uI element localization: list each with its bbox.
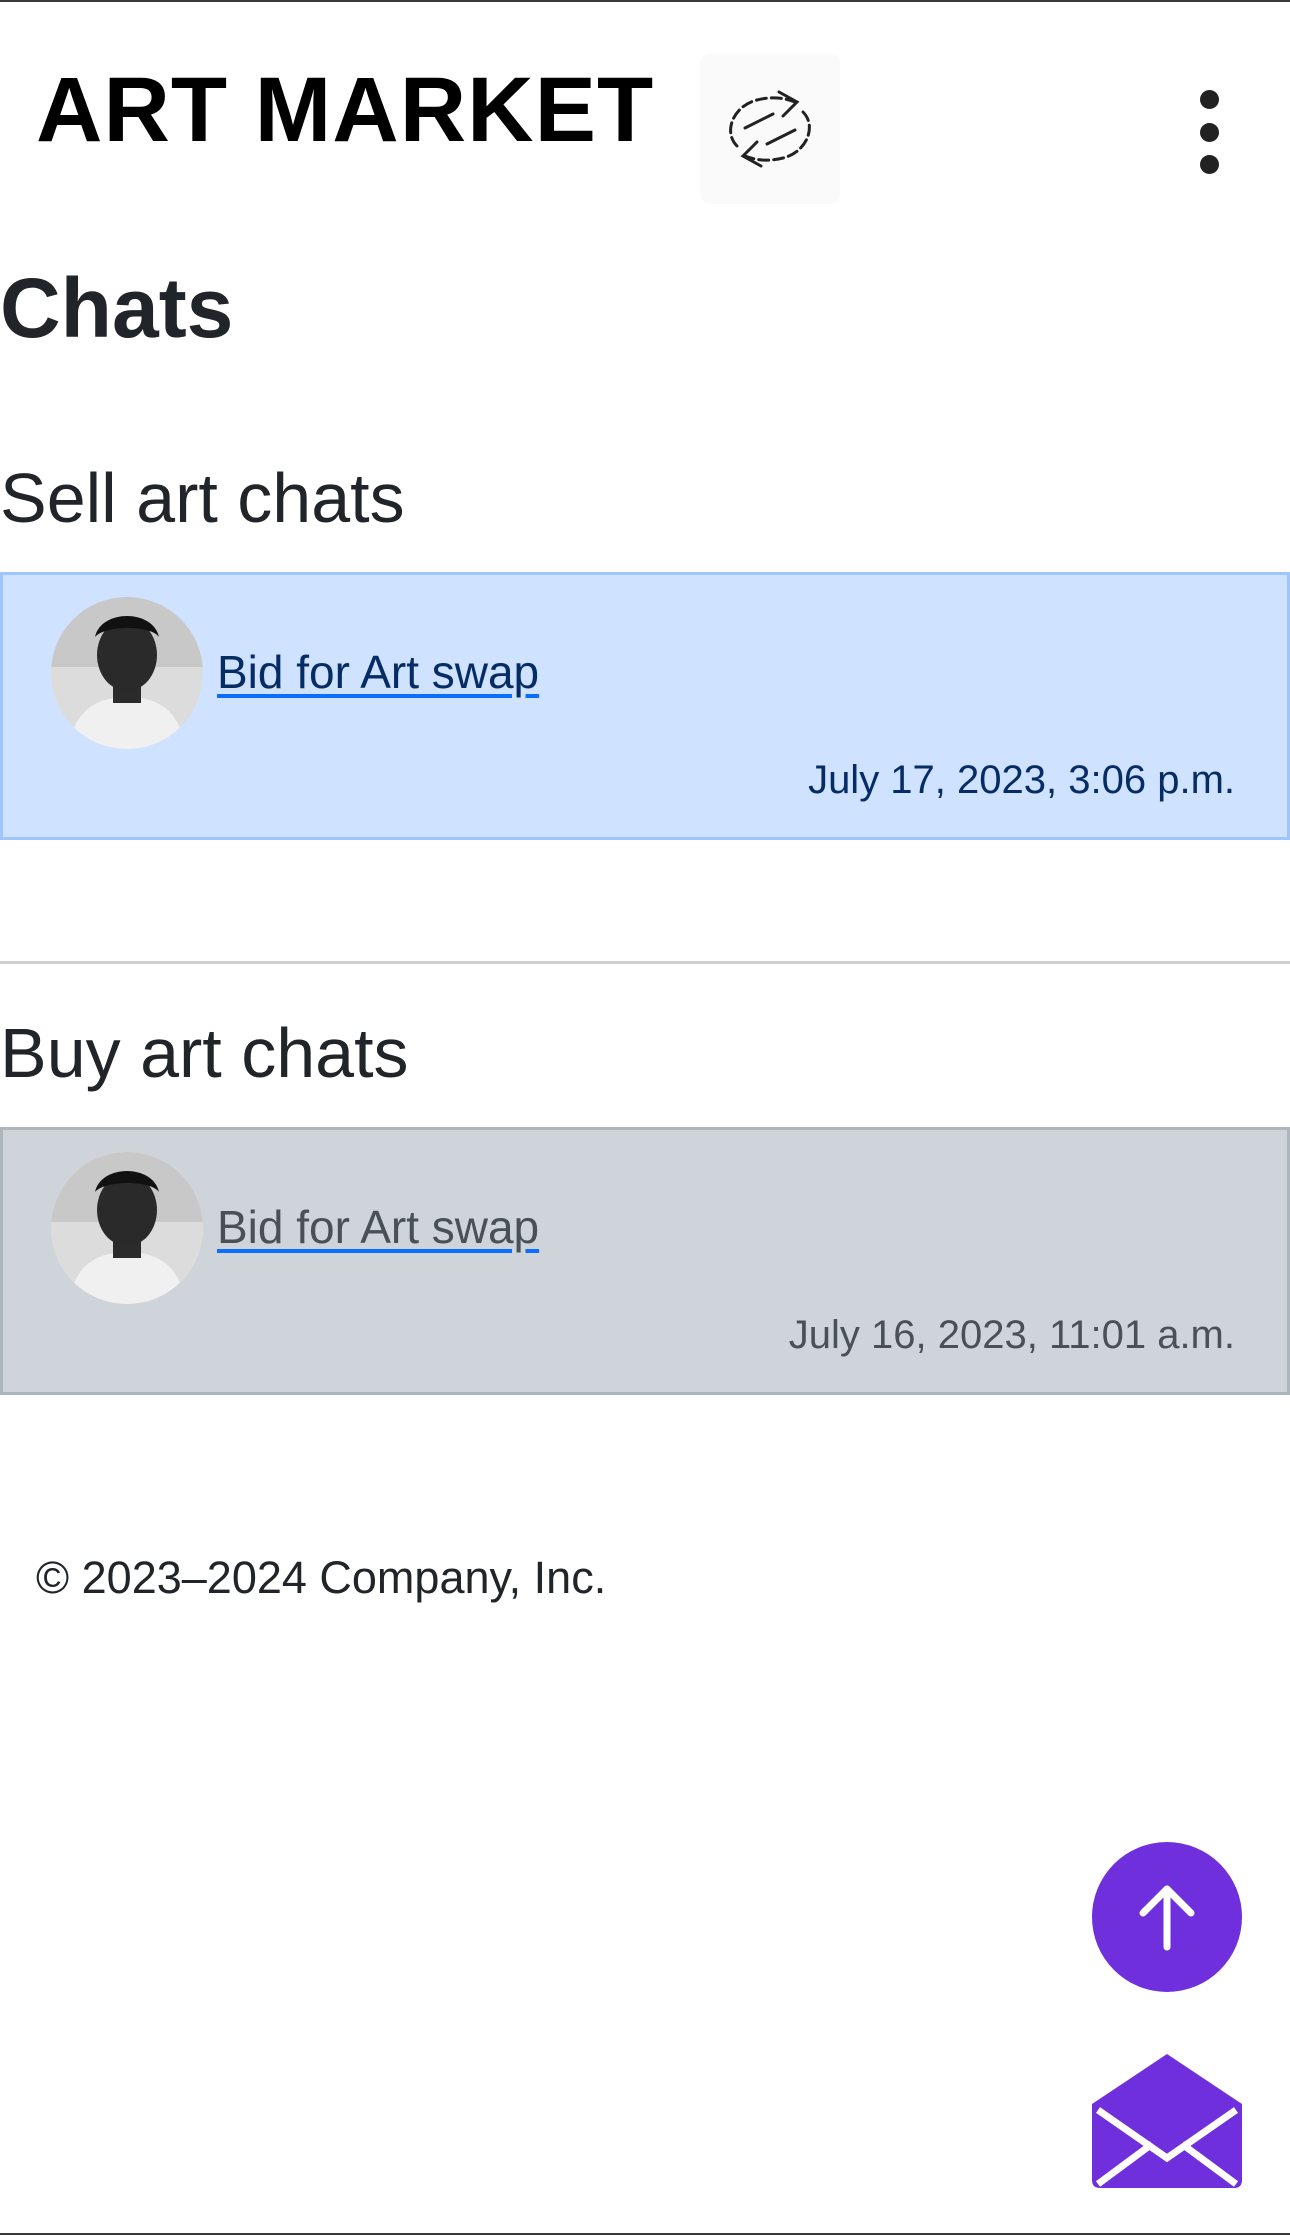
page-title: Chats	[0, 261, 234, 355]
menu-dot	[1199, 90, 1219, 109]
envelope-open-icon	[1092, 2054, 1242, 2188]
brand-title[interactable]: ART MARKET	[36, 64, 654, 156]
chat-timestamp: July 16, 2023, 11:01 a.m.	[788, 1313, 1235, 1357]
navbar: ART MARKET	[0, 2, 1290, 232]
buy-section-title: Buy art chats	[0, 1014, 409, 1092]
buy-chat-item[interactable]: Bid for Art swap July 16, 2023, 11:01 a.…	[0, 1127, 1290, 1395]
sell-section-title: Sell art chats	[0, 459, 405, 537]
avatar	[51, 597, 203, 749]
arrow-up-icon	[1139, 1885, 1195, 1951]
chat-timestamp: July 17, 2023, 3:06 p.m.	[808, 758, 1235, 802]
scroll-to-top-button[interactable]	[1092, 1842, 1242, 1992]
menu-dot	[1199, 155, 1219, 174]
avatar	[51, 1152, 203, 1304]
messages-button[interactable]	[1092, 2040, 1242, 2190]
kebab-menu-icon[interactable]	[1185, 90, 1233, 174]
chat-link[interactable]: Bid for Art swap	[203, 1200, 539, 1254]
section-divider	[0, 961, 1290, 964]
menu-dot	[1199, 122, 1219, 142]
swap-arrows-icon[interactable]	[700, 54, 840, 204]
footer-copyright: © 2023–2024 Company, Inc.	[36, 1552, 607, 1603]
chat-link[interactable]: Bid for Art swap	[203, 645, 539, 699]
sell-chat-item[interactable]: Bid for Art swap July 17, 2023, 3:06 p.m…	[0, 572, 1290, 840]
